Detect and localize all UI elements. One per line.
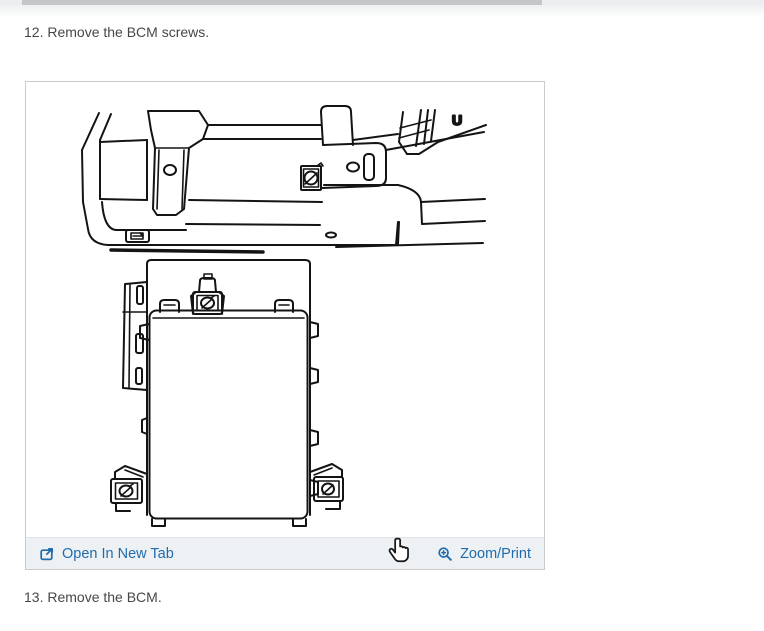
figure-toolbar: Open In New Tab Zoom/Print xyxy=(26,537,544,569)
open-in-new-tab-label: Open In New Tab xyxy=(62,545,174,562)
bcm-bracket-screw xyxy=(300,162,324,191)
diagram-callout-u: U xyxy=(452,112,462,128)
zoom-print-label: Zoom/Print xyxy=(460,545,531,562)
zoom-print-link[interactable]: Zoom/Print xyxy=(437,546,531,562)
magnifier-plus-icon xyxy=(438,546,452,561)
bcm-bottom-right-screw xyxy=(309,463,344,510)
open-in-new-tab-link[interactable]: Open In New Tab xyxy=(39,546,174,562)
step-13-text: 13. Remove the BCM. xyxy=(24,589,162,605)
top-shadow xyxy=(0,5,764,18)
bcm-bottom-left-screw xyxy=(110,465,148,512)
figure-frame: U Open In New Tab Zoom/Print xyxy=(25,81,545,570)
base-clip xyxy=(125,229,150,243)
bcm-line-drawing: U xyxy=(81,105,487,527)
bcm-module-drawing xyxy=(110,259,344,527)
bcm-top-screw xyxy=(190,273,225,315)
open-in-new-tab-icon xyxy=(40,547,54,560)
crossbar-assembly-drawing: U xyxy=(81,105,487,254)
step-12-text: 12. Remove the BCM screws. xyxy=(24,24,210,40)
bcm-diagram: U xyxy=(26,82,544,537)
